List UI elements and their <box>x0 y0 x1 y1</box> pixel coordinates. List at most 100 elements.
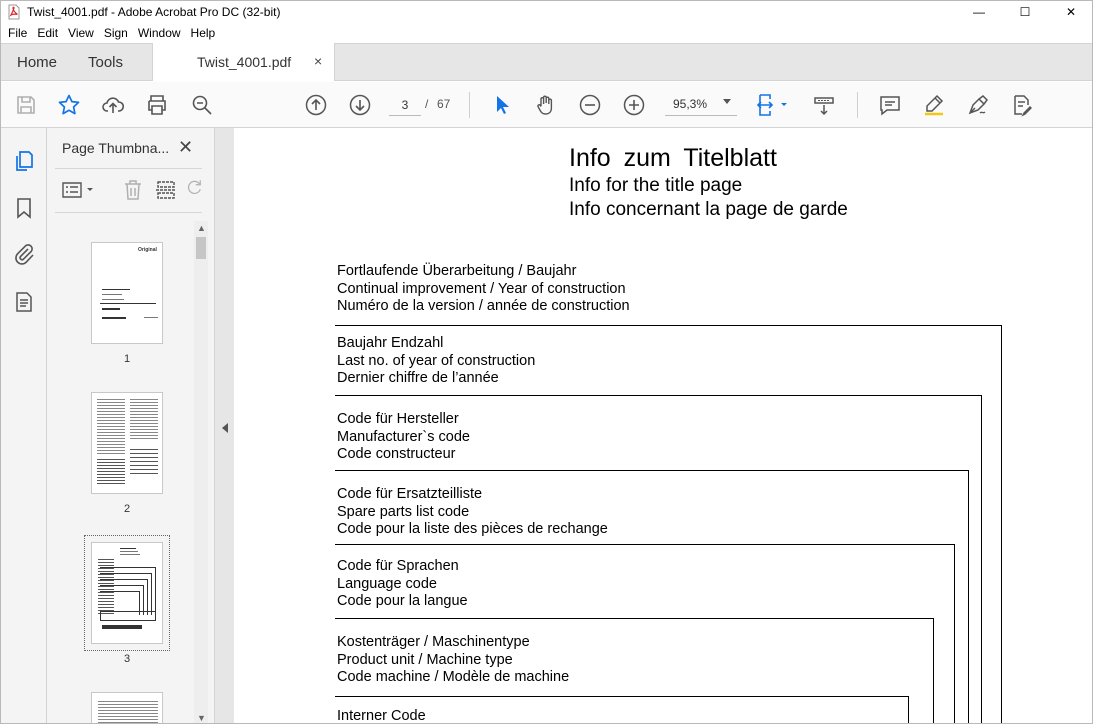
section-line: Language code <box>337 575 437 592</box>
section-machine-type: Kostenträger / Maschinentype Product uni… <box>337 634 569 687</box>
tab-document-label: Twist_4001.pdf <box>197 54 292 70</box>
thumbnail-logo: Original <box>138 247 157 253</box>
window-controls: — ☐ ✕ <box>956 1 1092 23</box>
insert-page-icon[interactable] <box>154 178 178 202</box>
menu-view[interactable]: View <box>63 23 99 43</box>
attachment-paperclip-icon[interactable] <box>12 242 36 266</box>
thumbnail-text-block <box>130 399 158 439</box>
close-tab-icon[interactable]: × <box>314 53 322 69</box>
page-separator: / <box>425 97 429 111</box>
zoom-level-dropdown[interactable]: 95,3% <box>665 94 737 116</box>
menu-help[interactable]: Help <box>186 23 221 43</box>
window-title: Twist_4001.pdf - Adobe Acrobat Pro DC (3… <box>27 5 281 19</box>
section-spare-parts: Code für Ersatzteilliste Spare parts lis… <box>337 486 608 539</box>
page-number-input[interactable] <box>389 94 421 116</box>
doc-title-fr: Info concernant la page de garde <box>569 199 848 220</box>
thumbnail-page-3[interactable] <box>91 542 163 644</box>
section-line: Continual improvement / Year of construc… <box>337 280 626 297</box>
menu-file[interactable]: File <box>3 23 32 43</box>
thumbnail-text-line <box>144 317 158 318</box>
fit-page-icon[interactable] <box>756 93 792 117</box>
scroll-down-icon[interactable]: ▼ <box>197 713 206 723</box>
document-properties-icon[interactable] <box>12 290 36 314</box>
thumbnail-page-2[interactable] <box>91 392 163 494</box>
close-window-button[interactable]: ✕ <box>1048 1 1092 23</box>
bracket-line <box>335 395 982 396</box>
tab-tools[interactable]: Tools <box>88 54 123 71</box>
bracket-line <box>933 618 934 723</box>
section-manufacturer: Code für Hersteller Manufacturer`s code … <box>337 411 470 464</box>
maximize-button[interactable]: ☐ <box>1002 1 1048 23</box>
thumbnail-label: 1 <box>123 353 131 365</box>
collapse-panel-icon[interactable] <box>222 423 228 433</box>
navigation-rail <box>1 128 47 723</box>
save-icon[interactable] <box>14 93 38 117</box>
thumbnail-text-line <box>120 551 138 552</box>
panel-splitter[interactable] <box>214 128 234 723</box>
upload-cloud-icon[interactable] <box>101 93 125 117</box>
thumbnail-text-line <box>120 548 136 549</box>
thumbnail-text-line <box>102 308 120 310</box>
acrobat-window: Twist_4001.pdf - Adobe Acrobat Pro DC (3… <box>0 0 1093 724</box>
toolbar-divider <box>469 92 470 118</box>
page-total: 67 <box>437 97 451 111</box>
bracket-line <box>954 544 955 723</box>
thumbnail-code-box <box>100 611 156 621</box>
section-line: Code pour la liste des pièces de rechang… <box>337 521 608 537</box>
section-line: Spare parts list code <box>337 503 470 520</box>
menu-sign[interactable]: Sign <box>99 23 133 43</box>
thumbnail-options-icon[interactable] <box>61 178 97 202</box>
panel-divider <box>55 168 202 169</box>
scrollbar-thumb[interactable] <box>196 237 206 259</box>
thumbnail-text-line <box>102 294 122 295</box>
section-line: Last no. of year of construction <box>337 352 536 369</box>
page-thumbnails-icon[interactable] <box>12 149 36 173</box>
panel-title: Page Thumbna... <box>62 140 170 156</box>
document-view[interactable]: Info zum Titelblatt Info for the title p… <box>234 128 1092 723</box>
thumbnail-text-block <box>130 449 158 475</box>
bracket-line <box>335 696 909 697</box>
bracket-line <box>335 470 969 471</box>
zoom-in-icon[interactable] <box>622 93 646 117</box>
close-panel-icon[interactable]: ✕ <box>178 137 193 158</box>
thumbnail-text-block <box>98 701 158 723</box>
hand-tool-icon[interactable] <box>534 93 558 117</box>
section-line: Code für Sprachen <box>337 558 459 574</box>
sign-pen-icon[interactable] <box>966 93 990 117</box>
menu-bar: File Edit View Sign Window Help <box>1 23 1092 43</box>
edit-pdf-icon[interactable] <box>1010 93 1034 117</box>
thumbnail-page-1[interactable]: Original <box>91 242 163 344</box>
bookmark-star-icon[interactable] <box>57 93 81 117</box>
rotate-page-icon[interactable] <box>186 178 204 202</box>
next-page-icon[interactable] <box>348 93 372 117</box>
thumbnails-scrollbar[interactable]: ▲ ▼ <box>194 221 208 723</box>
find-zoom-icon[interactable] <box>190 93 214 117</box>
highlight-pen-icon[interactable] <box>922 93 946 117</box>
panel-divider <box>55 212 202 213</box>
comment-icon[interactable] <box>878 93 902 117</box>
delete-page-icon[interactable] <box>121 178 145 202</box>
bookmark-icon[interactable] <box>12 196 36 220</box>
print-icon[interactable] <box>145 93 169 117</box>
bracket-line <box>1001 325 1002 723</box>
thumbnail-text-line <box>102 299 124 300</box>
bracket-line <box>908 696 909 723</box>
section-line: Code für Hersteller <box>337 411 459 427</box>
thumbnail-page-4[interactable] <box>91 692 163 723</box>
thumbnail-rule <box>100 303 156 304</box>
minimize-button[interactable]: — <box>956 1 1002 23</box>
menu-edit[interactable]: Edit <box>32 23 63 43</box>
tab-document[interactable]: Twist_4001.pdf × <box>152 43 335 81</box>
thumbnail-text-line <box>102 625 142 629</box>
scroll-up-icon[interactable]: ▲ <box>197 223 206 233</box>
menu-window[interactable]: Window <box>133 23 186 43</box>
scroll-mode-icon[interactable] <box>812 93 836 117</box>
section-line: Kostenträger / Maschinentype <box>337 634 530 650</box>
previous-page-icon[interactable] <box>304 93 328 117</box>
zoom-out-icon[interactable] <box>578 93 602 117</box>
select-cursor-icon[interactable] <box>490 93 514 117</box>
tab-home[interactable]: Home <box>17 54 57 71</box>
section-line: Code machine / Modèle de machine <box>337 669 570 685</box>
bracket-line <box>968 470 969 723</box>
section-year: Baujahr Endzahl Last no. of year of cons… <box>337 335 535 388</box>
